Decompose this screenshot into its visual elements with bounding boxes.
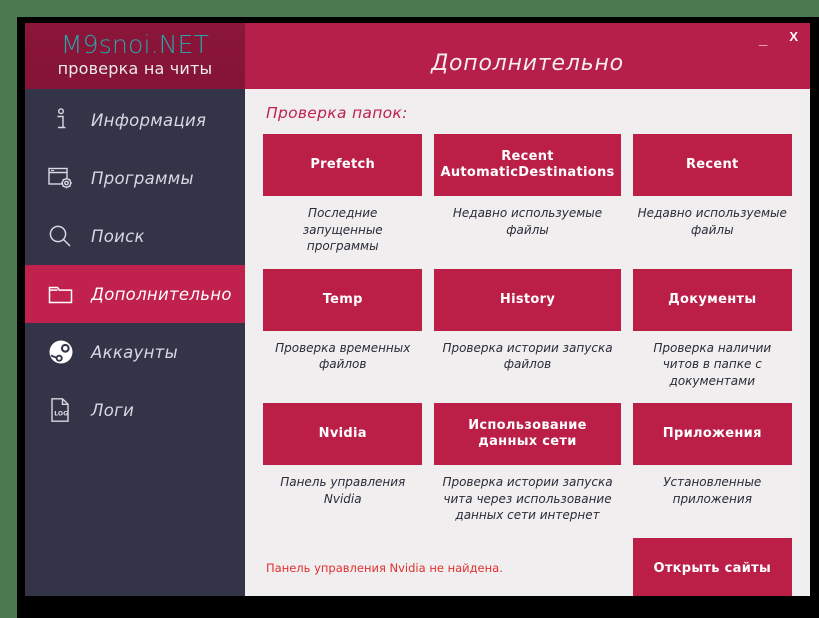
tile-dokumenty: Документы Проверка наличии читов в папке… (632, 268, 792, 390)
section-title: Проверка папок: (266, 104, 408, 122)
grid-row-spacer (434, 524, 620, 538)
folder-icon (47, 280, 74, 308)
nvidia-button[interactable]: Nvidia (263, 403, 423, 466)
status-message: Панель управления Nvidia не найдена. (266, 561, 503, 575)
grid-row-spacer (434, 389, 620, 403)
sidebar-item-label: Дополнительно (91, 284, 232, 304)
application-window: M9snoi.NET проверка на читы Дополнительн… (25, 23, 810, 596)
grid-row-spacer (263, 389, 422, 403)
sidebar-navigation: Информация Программы Поиск Дополнительно… (25, 89, 245, 596)
tile-recent: Recent Недавно используемые файлы (632, 134, 792, 255)
decorative-frame-left (0, 0, 17, 618)
tile-nvidia: Nvidia Панель управления Nvidia (263, 403, 423, 524)
logo-subtitle: проверка на читы (57, 59, 213, 79)
tile-caption: Последние запущенные программы (302, 206, 383, 254)
sidebar-item-logi[interactable]: LOG Логи (25, 381, 245, 439)
folder-check-grid: Prefetch Последние запущенные программы … (263, 134, 792, 596)
sidebar-item-poisk[interactable]: Поиск (25, 207, 245, 265)
open-sites-button[interactable]: Открыть сайты (632, 537, 792, 596)
svg-text:LOG: LOG (54, 411, 68, 418)
tile-otkryt-sajty: Открыть сайты Проверка авторизации на са… (632, 537, 792, 596)
tile-caption: Установленные приложения (663, 475, 762, 506)
sidebar-item-label: Логи (91, 400, 135, 420)
tile-history: History Проверка истории запуска файлов (434, 268, 621, 390)
steam-icon (47, 338, 74, 366)
magnifier-icon (47, 222, 74, 250)
history-button[interactable]: History (434, 268, 621, 331)
info-icon (47, 106, 74, 134)
logo-title: M9snoi.NET (60, 29, 210, 59)
decorative-frame-top (0, 0, 819, 17)
tile-recent-automatic-destinations: Recent AutomaticDestinations Недавно испо… (434, 134, 621, 255)
app-logo: M9snoi.NET проверка на читы (25, 23, 245, 89)
prefetch-button[interactable]: Prefetch (263, 134, 423, 196)
dokumenty-button[interactable]: Документы (632, 268, 792, 331)
network-data-usage-button[interactable]: Использование данных сети (434, 403, 621, 466)
grid-row-spacer (434, 255, 620, 269)
tile-temp: Temp Проверка временных файлов (263, 268, 423, 390)
window-body: Информация Программы Поиск Дополнительно… (25, 89, 810, 596)
content-panel: Проверка папок: Prefetch Последние запущ… (245, 89, 810, 596)
tile-caption: Недавно используемые файлы (452, 206, 603, 237)
tile-caption: Недавно используемые файлы (637, 206, 787, 237)
recent-button[interactable]: Recent (632, 134, 792, 196)
tile-caption: Проверка истории запуска файлов (442, 340, 613, 372)
top-strip: M9snoi.NET проверка на читы Дополнительн… (25, 23, 810, 89)
tile-caption: Проверка истории запуска чита через испо… (442, 475, 613, 523)
prilozheniya-button[interactable]: Приложения (632, 403, 792, 466)
temp-button[interactable]: Temp (263, 268, 423, 331)
grid-row-spacer (263, 524, 422, 538)
sidebar-item-label: Программы (91, 168, 194, 188)
tile-ispolzovanie-dannyh-seti: Использование данных сети Проверка истори… (434, 403, 621, 524)
page-title: Дополнительно (431, 50, 624, 76)
sidebar-item-label: Аккаунты (91, 342, 178, 362)
grid-row-spacer (633, 255, 792, 269)
tile-caption: Проверка наличии читов в папке с докумен… (653, 340, 772, 388)
minimize-button[interactable]: _ (755, 30, 771, 49)
tile-caption: Проверка временных файлов (275, 340, 411, 372)
log-file-icon: LOG (47, 396, 74, 424)
window-controls: _ X (755, 27, 802, 49)
sidebar-item-label: Информация (91, 110, 207, 130)
sidebar-item-programmy[interactable]: Программы (25, 149, 245, 207)
sidebar-item-dopolnitelno[interactable]: Дополнительно (25, 265, 245, 323)
sidebar-item-akkaunty[interactable]: Аккаунты (25, 323, 245, 381)
screen-root: M9snoi.NET проверка на читы Дополнительн… (0, 0, 819, 618)
window-gear-icon (47, 164, 74, 192)
sidebar-item-label: Поиск (91, 226, 145, 246)
title-bar: Дополнительно _ X (245, 23, 810, 89)
sidebar-item-informaciya[interactable]: Информация (25, 91, 245, 149)
close-button[interactable]: X (785, 28, 802, 45)
tile-caption: Панель управления Nvidia (280, 475, 406, 506)
grid-row-spacer (633, 524, 792, 538)
recent-automatic-destinations-button[interactable]: Recent AutomaticDestinations (434, 134, 621, 196)
tile-prilozheniya: Приложения Установленные приложения (632, 403, 792, 524)
grid-row-spacer (263, 255, 422, 269)
grid-row-spacer (633, 389, 792, 403)
tile-prefetch: Prefetch Последние запущенные программы (263, 134, 423, 255)
